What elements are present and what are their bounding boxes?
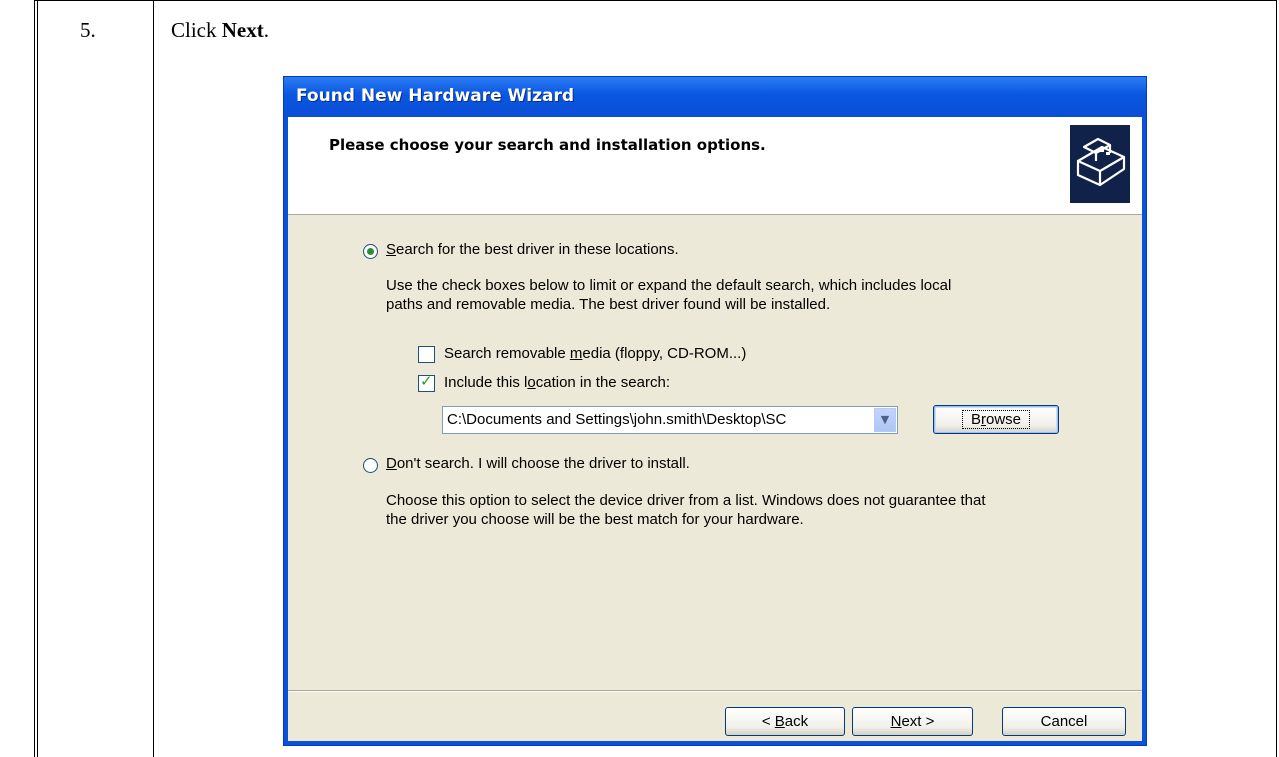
dont-search-accel: D: [386, 455, 397, 472]
location-combo-box[interactable]: C:\Documents and Settings\john.smith\Des…: [442, 406, 898, 434]
table-border-right: [1276, 0, 1277, 757]
wizard-header: Please choose your search and installati…: [288, 117, 1142, 215]
step-instruction: Click Next.: [171, 18, 269, 43]
search-option-accel: S: [386, 241, 397, 258]
table-border-left-inner: [37, 0, 38, 757]
browse-button-label: Browse: [961, 410, 1031, 429]
wizard-heading: Please choose your search and installati…: [329, 136, 766, 154]
footer-divider: [288, 690, 1142, 692]
include-location-label[interactable]: Include this location in the search:: [444, 374, 670, 391]
back-button[interactable]: < Back: [725, 707, 845, 736]
removable-label-accel: m: [569, 345, 583, 362]
include-location-checkbox[interactable]: ✓: [418, 372, 435, 392]
location-label-post: cation in the search:: [535, 374, 670, 391]
back-label-post: ack: [784, 713, 809, 730]
cancel-button[interactable]: Cancel: [1002, 707, 1126, 736]
checkmark-icon: ✓: [420, 372, 433, 390]
title-bar[interactable]: Found New Hardware Wizard: [284, 77, 1146, 117]
removable-label-pre: Search removable: [444, 345, 570, 362]
location-label-pre: Include this l: [444, 374, 528, 391]
dont-search-description-line2: the driver you choose will be the best m…: [386, 511, 804, 528]
next-label-post: ext >: [901, 713, 935, 730]
location-label-accel: o: [527, 374, 536, 391]
search-option-description-line2: paths and removable media. The best driv…: [386, 296, 831, 313]
search-option-text: earch for the best driver in these locat…: [396, 241, 679, 258]
table-border-top: [34, 0, 1277, 1]
location-path-value[interactable]: C:\Documents and Settings\john.smith\Des…: [447, 411, 786, 428]
browse-button[interactable]: Browse: [933, 405, 1059, 434]
dont-search-option-label[interactable]: Don't search. I will choose the driver t…: [386, 455, 690, 472]
table-border-left: [34, 0, 35, 757]
removable-media-checkbox[interactable]: [418, 346, 435, 363]
removable-media-label[interactable]: Search removable media (floppy, CD-ROM..…: [444, 345, 746, 362]
back-label-accel: B: [774, 713, 785, 730]
chevron-down-icon[interactable]: ▼: [874, 408, 896, 432]
removable-label-post: edia (floppy, CD-ROM...): [582, 345, 747, 362]
next-label-accel: N: [890, 713, 902, 730]
hardware-install-icon: [1070, 125, 1130, 203]
search-option-description-line1: Use the check boxes below to limit or ex…: [386, 277, 952, 294]
back-label-pre: <: [761, 713, 775, 730]
search-option-label[interactable]: Search for the best driver in these loca…: [386, 241, 679, 258]
instruction-prefix: Click: [171, 18, 222, 42]
next-button[interactable]: Next >: [852, 707, 973, 736]
browse-label-post: owse: [985, 411, 1022, 428]
radio-selected-dot: [367, 248, 374, 255]
instruction-suffix: .: [263, 18, 269, 42]
wizard-client-area: Please choose your search and installati…: [288, 117, 1142, 741]
table-column-divider: [153, 0, 154, 757]
found-new-hardware-wizard-window: Found New Hardware Wizard Please choose …: [283, 76, 1147, 746]
instruction-bold: Next: [221, 18, 264, 42]
dont-search-option-radio[interactable]: [363, 458, 378, 473]
window-title: Found New Hardware Wizard: [296, 86, 575, 106]
dont-search-description-line1: Choose this option to select the device …: [386, 492, 986, 509]
search-option-radio[interactable]: [363, 244, 378, 259]
browse-label-pre: B: [970, 411, 981, 428]
dont-search-text: on't search. I will choose the driver to…: [396, 455, 690, 472]
step-number: 5.: [80, 18, 96, 42]
